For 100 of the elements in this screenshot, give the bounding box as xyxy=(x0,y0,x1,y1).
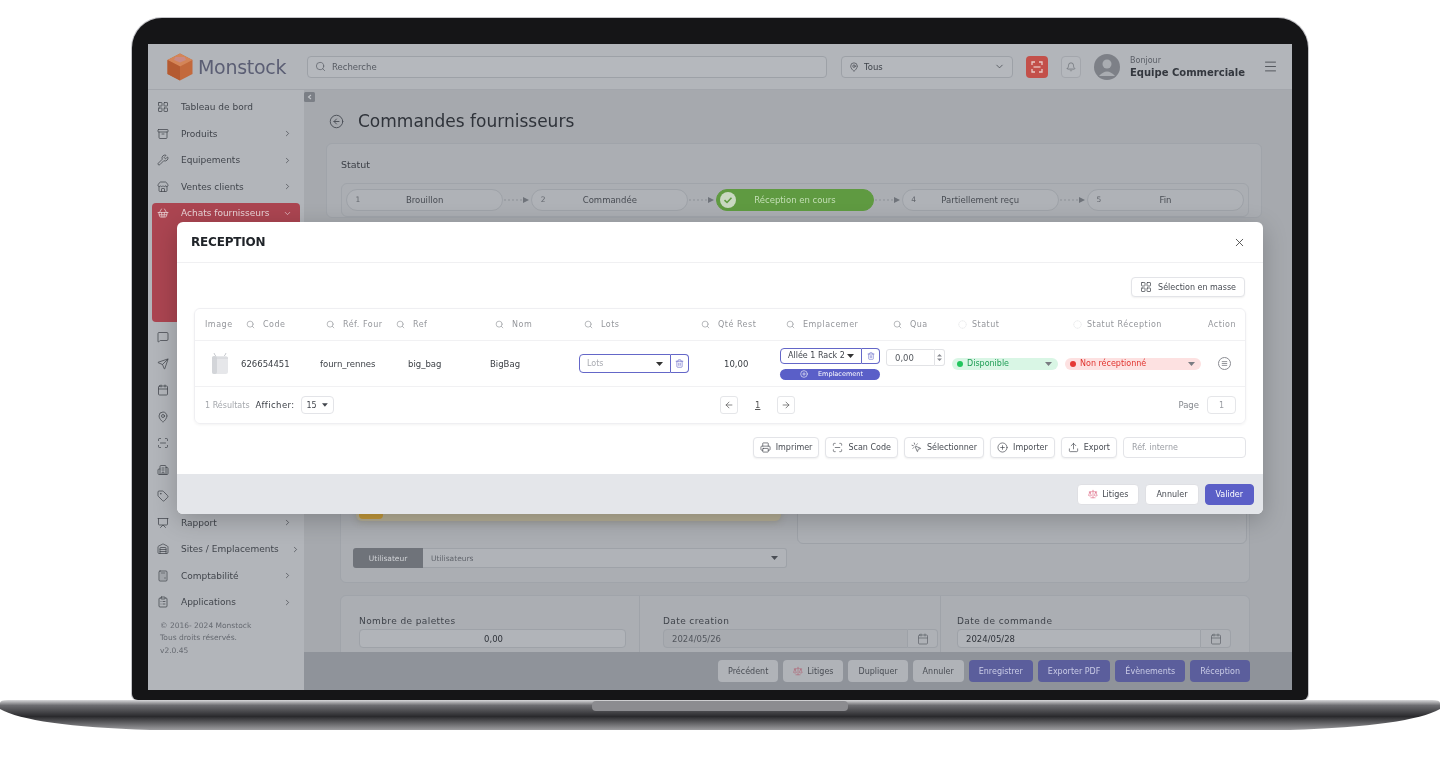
list-circle-icon[interactable] xyxy=(1217,357,1231,370)
search-icon[interactable] xyxy=(396,320,405,329)
sidebar-item[interactable]: Applications xyxy=(152,589,300,616)
action-button[interactable]: Enregistrer xyxy=(968,660,1033,682)
notifications-button[interactable] xyxy=(1061,55,1081,78)
map-pin-icon xyxy=(849,61,859,72)
calendar-button[interactable] xyxy=(908,629,938,648)
action-button[interactable]: Précédent xyxy=(718,660,779,682)
page-size-select[interactable]: 15 xyxy=(300,396,334,414)
column-header: Statut Réception xyxy=(1087,320,1162,329)
sidebar-item[interactable]: Equipements xyxy=(152,147,300,174)
send-icon xyxy=(157,357,169,370)
back-icon[interactable] xyxy=(329,113,344,129)
sidebar-item[interactable]: Sites / Emplacements xyxy=(152,536,300,563)
dialog-button[interactable]: Annuler xyxy=(1145,483,1199,505)
greeting-text: Bonjour xyxy=(1130,54,1162,67)
caret-down-icon xyxy=(656,361,663,366)
sidebar-item[interactable]: Rapport xyxy=(152,509,300,536)
calendar-icon xyxy=(157,384,169,397)
action-button[interactable]: Litiges xyxy=(783,660,844,682)
step-connector-arrow xyxy=(689,196,716,204)
sidebar-item[interactable]: Tableau de bord xyxy=(152,94,300,121)
building-icon xyxy=(157,463,169,476)
number-field[interactable]: 0,00 xyxy=(359,629,626,648)
search-icon[interactable] xyxy=(584,320,593,329)
user-name: Equipe Commerciale xyxy=(1130,66,1246,79)
sidebar-item[interactable]: Comptabilité xyxy=(152,562,300,589)
page-title: Commandes fournisseurs xyxy=(358,111,575,131)
page-size-label: Afficher: xyxy=(255,400,295,410)
plus-circle-icon xyxy=(800,370,808,378)
collapse-sidebar-icon[interactable] xyxy=(304,92,315,102)
chevron-right-icon xyxy=(283,597,292,607)
chevron-right-icon xyxy=(283,518,292,528)
reference-field[interactable]: Réf. interne xyxy=(1123,437,1246,458)
bulk-selection-button[interactable]: Sélection en masse xyxy=(1131,277,1245,297)
arrow-left-icon xyxy=(724,400,734,410)
location-select[interactable]: Tous xyxy=(841,55,1013,78)
warehouse-icon xyxy=(157,543,169,556)
status-select[interactable]: Non réceptionné xyxy=(1065,357,1201,370)
column-header: Lots xyxy=(601,320,620,329)
toolbar-button[interactable]: Imprimer xyxy=(752,437,820,458)
spinner-arrows-icon[interactable] xyxy=(937,353,942,362)
sidebar-item[interactable]: Achats fournisseurs xyxy=(152,203,300,223)
results-count: 1 Résultats xyxy=(205,400,250,410)
search-icon[interactable] xyxy=(495,320,504,329)
chevron-right-icon xyxy=(283,129,292,139)
column-header: Image xyxy=(205,320,233,329)
dialog-button[interactable]: Valider xyxy=(1204,483,1254,505)
caret-down-icon xyxy=(771,556,778,560)
search-icon[interactable] xyxy=(246,320,255,329)
calendar-button[interactable] xyxy=(1201,629,1231,648)
printer-icon xyxy=(759,442,771,453)
sidebar-item[interactable]: Produits xyxy=(152,120,300,147)
logo-text: Monstock xyxy=(198,55,286,78)
search-icon[interactable] xyxy=(786,320,795,329)
archive-box-icon xyxy=(157,127,169,140)
page-link[interactable]: 1 xyxy=(755,400,761,410)
delete-button[interactable] xyxy=(671,354,689,373)
action-button[interactable]: Dupliquer xyxy=(848,660,908,682)
next-page-button[interactable] xyxy=(777,396,796,414)
search-icon[interactable] xyxy=(893,320,902,329)
column-header: Statut xyxy=(972,320,1000,329)
menu-icon[interactable] xyxy=(1263,59,1278,74)
search-field[interactable]: Recherche xyxy=(307,55,827,78)
status-select[interactable]: Disponible xyxy=(952,357,1058,370)
store-icon xyxy=(157,180,169,193)
chevron-right-icon xyxy=(283,571,292,581)
delete-button[interactable] xyxy=(862,347,880,364)
location-select[interactable]: Allée 1 Rack 2 xyxy=(780,347,862,364)
toolbar-button[interactable]: Importer xyxy=(990,437,1055,458)
search-icon[interactable] xyxy=(326,320,335,329)
previous-page-button[interactable] xyxy=(720,396,738,414)
wrench-icon xyxy=(157,154,169,167)
toolbar-button[interactable]: Export xyxy=(1060,437,1117,458)
column-header: Qté Rest xyxy=(718,320,757,329)
clipboard-icon xyxy=(157,596,169,609)
action-button[interactable]: Réception xyxy=(1190,660,1250,682)
search-icon[interactable] xyxy=(701,320,710,329)
page-label: Page xyxy=(1178,400,1199,410)
date-field[interactable]: 2024/05/28 xyxy=(957,629,1201,648)
action-button[interactable]: Évènements xyxy=(1115,660,1186,682)
action-button[interactable]: Annuler xyxy=(912,660,964,682)
table-cell: 10,00 xyxy=(724,358,749,369)
field-label: Date de commande xyxy=(957,615,1053,628)
field-label: Date creation xyxy=(663,615,730,628)
sidebar-item[interactable]: Ventes clients xyxy=(152,173,300,200)
basket-icon xyxy=(157,207,169,219)
dialog-button[interactable]: Litiges xyxy=(1077,483,1140,505)
action-button[interactable]: Exporter PDF xyxy=(1037,660,1111,682)
speech-bubble-icon xyxy=(157,331,169,344)
page-input[interactable]: 1 xyxy=(1207,396,1236,414)
trash-icon xyxy=(675,359,684,368)
scan-icon xyxy=(832,442,844,453)
calculator-icon xyxy=(157,569,169,582)
scan-icon[interactable] xyxy=(1026,55,1048,78)
quantity-field[interactable]: 0,00 xyxy=(886,349,935,366)
search-icon xyxy=(315,60,326,72)
table-cell: big_bag xyxy=(408,358,442,369)
toolbar-button[interactable]: Scan Code xyxy=(825,437,898,458)
toolbar-button[interactable]: Sélectionner xyxy=(903,437,985,458)
